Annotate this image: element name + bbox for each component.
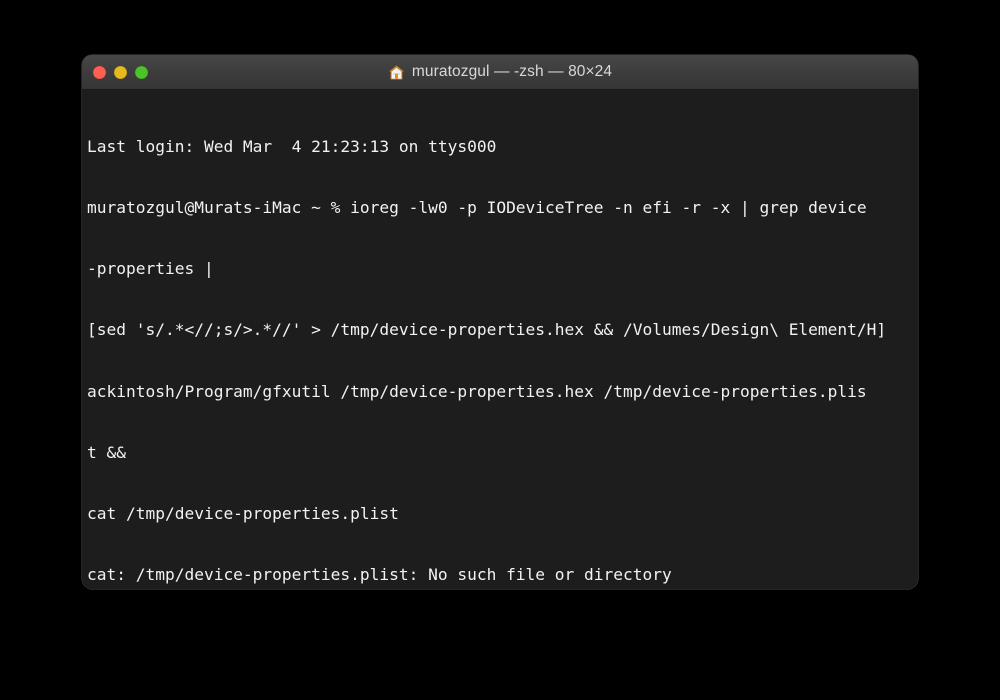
terminal-line: cat /tmp/device-properties.plist [87,504,399,524]
home-icon [388,64,405,81]
terminal-line: [sed 's/.*<//;s/>.*//' > /tmp/device-pro… [87,320,887,340]
terminal-line: Last login: Wed Mar 4 21:23:13 on ttys00… [87,136,497,156]
window-title-bar[interactable]: muratozgul — -zsh — 80×24 [82,55,918,90]
close-button[interactable] [93,65,106,79]
terminal-output[interactable]: Last login: Wed Mar 4 21:23:13 on ttys00… [82,96,918,589]
window-title-group: muratozgul — -zsh — 80×24 [82,63,918,81]
terminal-line: -properties | [87,259,214,279]
window-title-text: muratozgul — -zsh — 80×24 [411,63,613,80]
window-controls [93,55,148,89]
terminal-body[interactable]: Last login: Wed Mar 4 21:23:13 on ttys00… [82,90,918,589]
maximize-button[interactable] [135,65,148,79]
terminal-line: t && [87,442,126,462]
terminal-line: muratozgul@Murats-iMac ~ % ioreg -lw0 -p… [87,198,867,218]
terminal-line: cat: /tmp/device-properties.plist: No su… [87,565,672,585]
terminal-line: ackintosh/Program/gfxutil /tmp/device-pr… [87,381,867,401]
minimize-button[interactable] [114,65,127,79]
terminal-window[interactable]: muratozgul — -zsh — 80×24 Last login: We… [82,55,918,589]
